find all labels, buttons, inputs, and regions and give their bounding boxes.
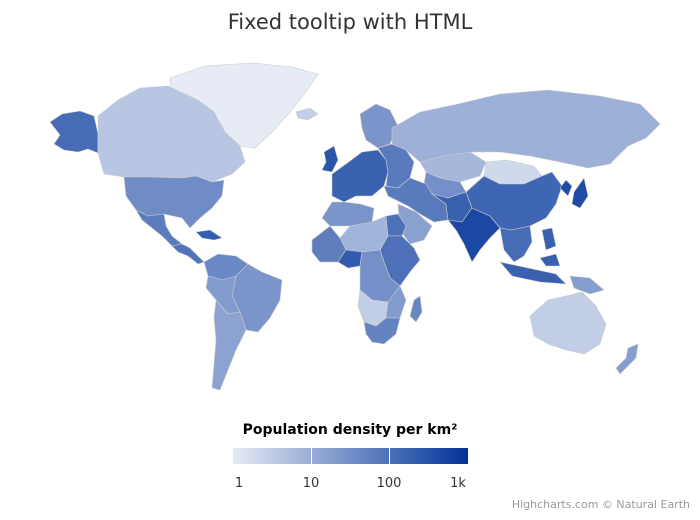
- legend-tick-line: [311, 448, 312, 464]
- legend-label-1: 1: [234, 476, 244, 491]
- region-russia[interactable]: [391, 89, 661, 169]
- region-western-central-europe[interactable]: [331, 149, 389, 203]
- legend-tick-line: [389, 448, 390, 464]
- credits-link[interactable]: Highcharts.com © Natural Earth: [512, 498, 690, 511]
- region-madagascar[interactable]: [409, 295, 423, 323]
- legend-label-100: 100: [376, 476, 402, 491]
- world-map: [49, 62, 661, 391]
- color-scale-bar: [233, 448, 468, 464]
- region-caribbean[interactable]: [195, 229, 223, 241]
- region-australia[interactable]: [529, 291, 607, 355]
- region-united-states[interactable]: [123, 175, 225, 229]
- legend-title: Population density per km²: [242, 422, 458, 438]
- map-regions: [49, 62, 661, 391]
- region-new-zealand[interactable]: [615, 343, 639, 375]
- region-iceland[interactable]: [295, 107, 319, 121]
- region-korea-japan[interactable]: [559, 177, 589, 209]
- legend-label-1k: 1k: [450, 476, 466, 491]
- region-alaska[interactable]: [49, 110, 99, 154]
- region-west-africa[interactable]: [311, 225, 347, 263]
- region-southeast-asia[interactable]: [499, 225, 533, 263]
- region-united-kingdom[interactable]: [321, 145, 339, 173]
- region-central-america[interactable]: [171, 243, 205, 265]
- region-papua-new-guinea[interactable]: [569, 275, 605, 295]
- region-north-africa-west[interactable]: [321, 201, 375, 227]
- legend-label-10: 10: [302, 476, 320, 491]
